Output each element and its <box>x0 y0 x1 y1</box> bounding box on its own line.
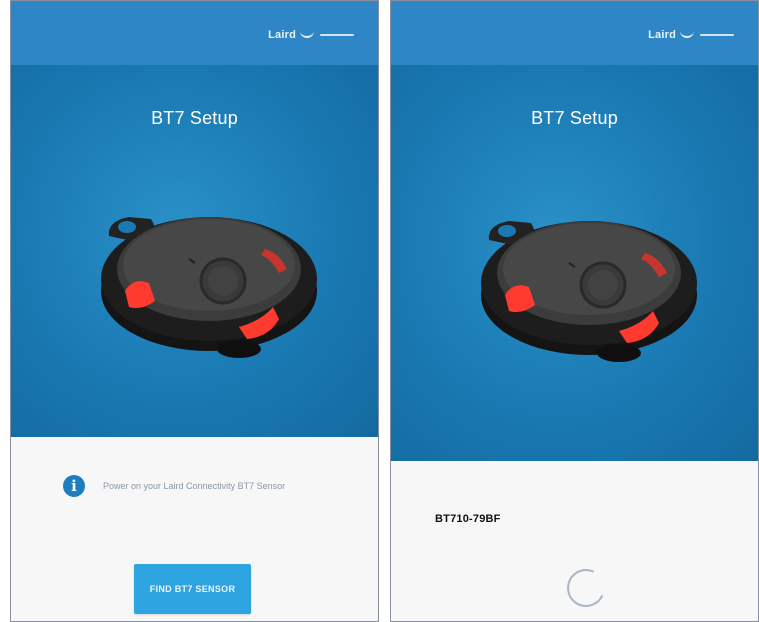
app-header: Laird <box>391 1 758 66</box>
info-message-row: i Power on your Laird Connectivity BT7 S… <box>63 475 333 497</box>
logo-text: Laird <box>648 29 676 41</box>
bottom-panel: i Power on your Laird Connectivity BT7 S… <box>11 437 378 621</box>
page-title: BT7 Setup <box>531 108 618 128</box>
logo-tagline <box>700 34 734 36</box>
logo-swoosh-icon <box>300 30 314 38</box>
laird-logo: Laird <box>648 28 734 42</box>
info-icon: i <box>63 475 85 497</box>
bt7-sensor-image <box>101 217 317 358</box>
find-bt7-sensor-button[interactable]: FIND BT7 SENSOR <box>134 564 251 614</box>
bt7-sensor-image <box>481 221 697 362</box>
info-message: Power on your Laird Connectivity BT7 Sen… <box>103 481 286 491</box>
setup-screen-find: Laird BT7 Setup i Power on your Laird Co… <box>10 0 379 622</box>
logo-tagline <box>320 34 354 36</box>
bottom-panel: BT710-79BF <box>391 461 758 621</box>
app-header: Laird <box>11 1 378 66</box>
logo-swoosh-icon <box>680 30 694 38</box>
setup-screen-scanning: Laird BT7 Setup BT710-79BF <box>390 0 759 622</box>
page-title: BT7 Setup <box>151 108 238 128</box>
laird-logo: Laird <box>268 28 354 42</box>
logo-text: Laird <box>268 29 296 41</box>
discovered-device-name[interactable]: BT710-79BF <box>435 513 501 525</box>
loading-spinner-icon <box>561 563 611 613</box>
